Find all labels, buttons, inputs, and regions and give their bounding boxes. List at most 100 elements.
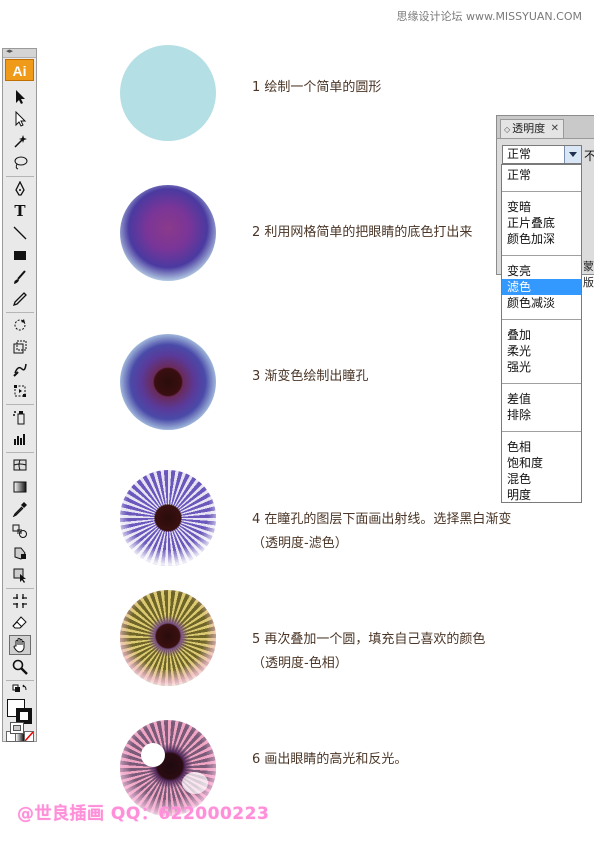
none-icon (25, 732, 33, 741)
eye-step-4-rim (120, 470, 216, 566)
blend-option-screen[interactable]: 滤色 (502, 279, 581, 295)
chevron-down-icon[interactable] (564, 146, 581, 163)
panel-tab-bar: ◇ 透明度 ✕ (497, 116, 594, 139)
step-5-text: 5 再次叠加一个圆，填充自己喜欢的颜色 (252, 632, 486, 647)
blend-option-overlay[interactable]: 叠加 (502, 327, 581, 343)
tab-transparency[interactable]: ◇ 透明度 ✕ (500, 119, 564, 138)
blend-option-multiply[interactable]: 正片叠底 (502, 215, 581, 231)
blend-mode-select[interactable]: 正常 (502, 145, 582, 164)
zoom-tool[interactable] (9, 657, 31, 677)
symbol-sprayer-icon (13, 411, 25, 425)
step-6-text: 6 画出眼睛的高光和反光。 (252, 752, 408, 767)
panel-menu-icon[interactable]: ◇ (504, 125, 510, 134)
pencil-icon (12, 292, 27, 307)
gradient-icon (13, 481, 27, 493)
eye-step-5-rim (120, 590, 216, 686)
blend-mode-dropdown: 正常 变暗 正片叠底 颜色加深 变亮 滤色 颜色减淡 叠加 柔光 强光 差值 排… (501, 164, 582, 503)
blend-option-saturation[interactable]: 饱和度 (502, 455, 581, 471)
tab-transparency-label: 透明度 (512, 122, 546, 135)
blend-option-soft-light[interactable]: 柔光 (502, 343, 581, 359)
column-graph-tool[interactable] (9, 429, 31, 449)
blend-option-lighten[interactable]: 变亮 (502, 263, 581, 279)
scale-icon (13, 340, 27, 354)
collapse-icon[interactable]: ◂▸ (6, 47, 13, 55)
blend-option-darken[interactable]: 变暗 (502, 199, 581, 215)
close-icon[interactable]: ✕ (551, 120, 559, 138)
symbol-sprayer-tool[interactable] (9, 407, 31, 427)
gradient-tool[interactable] (9, 477, 31, 497)
direct-selection-tool[interactable] (9, 109, 31, 129)
step-1-text: 1 绘制一个简单的圆形 (252, 80, 382, 95)
magic-wand-tool[interactable] (9, 131, 31, 151)
rectangle-tool[interactable] (9, 245, 31, 265)
blend-option-normal[interactable]: 正常 (502, 167, 581, 183)
watermark-bottom: @世良插画 QQ：622000223 (17, 804, 270, 824)
blend-option-difference[interactable]: 差值 (502, 391, 581, 407)
blend-option-hue[interactable]: 色相 (502, 439, 581, 455)
live-paint-tool[interactable] (9, 543, 31, 563)
blend-option-hard-light[interactable]: 强光 (502, 359, 581, 375)
eyedropper-tool[interactable] (9, 499, 31, 519)
zoom-icon (12, 659, 28, 675)
screen-mode-button[interactable] (10, 722, 24, 734)
line-segment-icon (13, 226, 27, 240)
lasso-tool[interactable] (9, 153, 31, 173)
magic-wand-icon (14, 135, 27, 148)
warp-tool[interactable] (9, 359, 31, 379)
slice-tool[interactable] (9, 591, 31, 611)
pen-tool[interactable] (9, 179, 31, 199)
blend-option-luminosity[interactable]: 明度 (502, 487, 581, 503)
hand-tool[interactable] (9, 635, 31, 655)
eraser-tool[interactable] (9, 613, 31, 633)
pencil-tool[interactable] (9, 289, 31, 309)
eye-highlight-reflection (182, 772, 208, 794)
live-paint-icon (14, 547, 26, 560)
type-tool[interactable]: T (9, 201, 31, 221)
rectangle-icon (14, 251, 26, 260)
selection-icon (16, 90, 25, 104)
pen-icon (15, 181, 25, 196)
blend-tool[interactable] (9, 521, 31, 541)
mask-button-fragment[interactable]: 蒙版 (583, 258, 594, 290)
eye-step-1-circle (120, 45, 216, 141)
eye-highlight-main (141, 743, 165, 767)
swap-colors-icon (12, 684, 27, 692)
step-2-text: 2 利用网格简单的把眼睛的底色打出来 (252, 225, 473, 240)
blend-option-exclusion[interactable]: 排除 (502, 407, 581, 423)
step-4-text: 4 在瞳孔的图层下面画出射线。选择黑白渐变 (252, 512, 512, 527)
step-4-note: （透明度-滤色） (252, 536, 348, 551)
blend-icon (12, 524, 27, 538)
column-graph-icon (14, 434, 25, 445)
free-transform-icon (14, 385, 26, 397)
paintbrush-icon (14, 270, 26, 284)
type-icon: T (14, 202, 26, 220)
eye-step-2-mesh (120, 185, 216, 281)
free-transform-tool[interactable] (9, 381, 31, 401)
mesh-tool[interactable] (9, 455, 31, 475)
ai-logo: Ai (5, 59, 34, 81)
paintbrush-tool[interactable] (9, 267, 31, 287)
blend-option-color-burn[interactable]: 颜色加深 (502, 231, 581, 247)
eyedropper-icon (12, 502, 27, 517)
eye-step-3-pupil (120, 334, 216, 430)
rotate-tool[interactable] (9, 315, 31, 335)
scale-tool[interactable] (9, 337, 31, 357)
lasso-icon (14, 156, 28, 170)
panel-grip[interactable]: ◂▸ (3, 47, 36, 58)
mesh-icon (13, 459, 27, 471)
eraser-icon (12, 616, 27, 629)
selection-tool[interactable] (9, 87, 31, 107)
blend-option-color-dodge[interactable]: 颜色减淡 (502, 295, 581, 311)
blend-option-color[interactable]: 混色 (502, 471, 581, 487)
none-button[interactable] (24, 731, 34, 742)
blend-mode-value: 正常 (507, 147, 532, 161)
rotate-icon (14, 319, 26, 331)
line-segment-tool[interactable] (9, 223, 31, 243)
direct-selection-icon (15, 111, 27, 127)
slice-icon (13, 594, 27, 608)
tools-panel: ◂▸ Ai T (2, 47, 37, 742)
live-paint-selection-tool[interactable] (9, 565, 31, 585)
step-5-note: （透明度-色相） (252, 656, 348, 671)
default-colors[interactable] (9, 682, 31, 696)
warp-icon (13, 363, 27, 377)
